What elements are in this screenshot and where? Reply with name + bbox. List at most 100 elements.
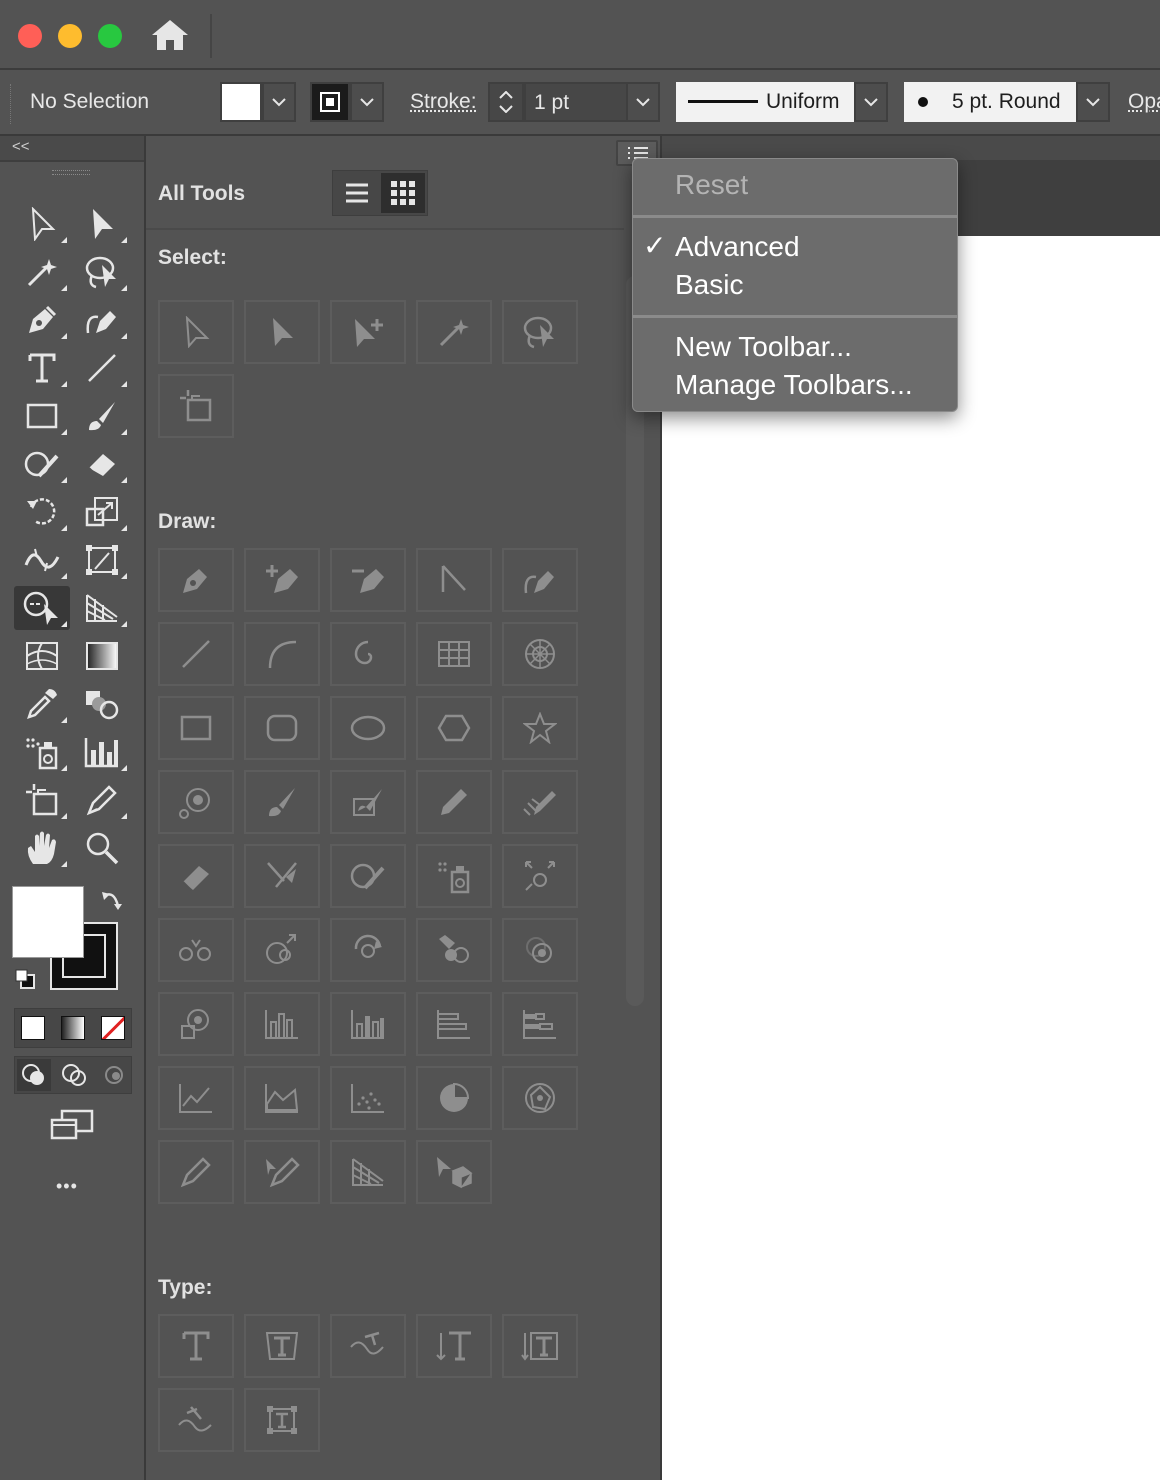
draw-behind-button[interactable] [57,1059,91,1091]
drawer-type-tool[interactable] [158,1314,234,1378]
drawer-flare-tool[interactable] [158,770,234,834]
artboard-tool[interactable] [14,778,70,822]
drawer-arc-tool[interactable] [244,622,320,686]
hand-tool[interactable] [14,826,70,870]
drawer-column-graph-tool[interactable] [244,992,320,1056]
drawer-polar-grid-tool[interactable] [502,622,578,686]
fill-dropdown[interactable] [262,82,296,122]
drawer-bar-graph-tool[interactable] [416,992,492,1056]
menu-item-advanced[interactable]: Advanced [675,231,800,263]
home-icon[interactable] [150,18,190,52]
opacity-label[interactable]: Opa [1128,90,1160,114]
drawer-symbol-screener-tool[interactable] [502,918,578,982]
drawer-symbol-scruncher-tool[interactable] [158,918,234,982]
drawer-eraser-tool[interactable] [158,844,234,908]
drawer-rounded-rectangle-tool[interactable] [244,696,320,760]
fill-color-box[interactable] [12,886,84,958]
mesh-tool[interactable] [14,634,70,678]
drawer-spiral-tool[interactable] [330,622,406,686]
drawer-perspective-selection-tool[interactable] [416,1140,492,1204]
variable-width-profile[interactable]: Uniform [676,82,854,122]
drawer-blob-brush-tool[interactable] [330,770,406,834]
screen-mode-icon[interactable] [50,1108,96,1142]
line-segment-tool[interactable] [74,346,130,390]
blend-tool[interactable] [74,682,130,726]
eraser-tool[interactable] [74,442,130,486]
stroke-dropdown[interactable] [350,82,384,122]
list-view-button[interactable] [335,173,379,213]
drawer-symbol-sizer-tool[interactable] [244,918,320,982]
artboard-canvas[interactable] [662,236,1160,1480]
column-graph-tool[interactable] [74,730,130,774]
drawer-symbol-spinner-tool[interactable] [330,918,406,982]
color-mode-button[interactable] [21,1016,45,1040]
shape-builder-tool[interactable] [14,586,70,630]
stroke-swatch[interactable] [310,82,350,122]
symbol-sprayer-tool[interactable] [14,730,70,774]
chevron-up-icon[interactable] [499,91,513,99]
drawer-stacked-bar-graph-tool[interactable] [502,992,578,1056]
brush-definition[interactable]: 5 pt. Round [904,82,1076,122]
drawer-smooth-tool[interactable] [502,770,578,834]
drawer-scissors-tool[interactable] [244,844,320,908]
drawer-delete-anchor-tool[interactable] [330,548,406,612]
draw-normal-button[interactable] [17,1059,51,1091]
chevron-down-icon[interactable] [499,105,513,113]
drawer-stacked-column-graph-tool[interactable] [330,992,406,1056]
swap-fill-stroke-icon[interactable] [100,888,126,912]
default-fill-stroke-icon[interactable] [14,968,36,990]
edit-toolbar-button[interactable]: ••• [56,1176,78,1197]
gradient-tool[interactable] [74,634,130,678]
drawer-magic-wand-tool[interactable] [416,300,492,364]
type-tool[interactable] [14,346,70,390]
drawer-artboard-tool[interactable] [158,374,234,438]
none-mode-button[interactable] [101,1016,125,1040]
drawer-star-tool[interactable] [502,696,578,760]
stroke-weight-stepper[interactable] [488,82,524,122]
stroke-weight-dropdown[interactable] [626,82,660,122]
gradient-mode-button[interactable] [61,1016,85,1040]
direct-selection-tool[interactable] [74,202,130,246]
drawer-area-graph-tool[interactable] [244,1066,320,1130]
zoom-tool[interactable] [74,826,130,870]
rectangle-tool[interactable] [14,394,70,438]
drawer-anchor-point-tool[interactable] [416,548,492,612]
drawer-pen-tool[interactable] [158,548,234,612]
drawer-selection-tool[interactable] [158,300,234,364]
menu-item-reset[interactable]: Reset [675,169,748,201]
drawer-vertical-area-type-tool[interactable] [502,1314,578,1378]
collapse-panel-button[interactable]: << [12,138,30,155]
minimize-window-button[interactable] [58,24,82,48]
drawer-radar-graph-tool[interactable] [502,1066,578,1130]
drawer-perspective-grid-tool[interactable] [330,1140,406,1204]
drawer-vertical-type-on-path-tool[interactable] [158,1388,234,1452]
menu-item-basic[interactable]: Basic [675,269,743,301]
drawer-rectangle-tool[interactable] [158,696,234,760]
close-window-button[interactable] [18,24,42,48]
drawer-pie-graph-tool[interactable] [416,1066,492,1130]
free-transform-tool[interactable] [74,538,130,582]
drawer-pencil-tool[interactable] [416,770,492,834]
drawer-lasso-tool[interactable] [502,300,578,364]
drawer-ellipse-tool[interactable] [330,696,406,760]
drawer-vertical-type-tool[interactable] [416,1314,492,1378]
drawer-line-tool[interactable] [158,622,234,686]
brush-definition-dropdown[interactable] [1076,82,1110,122]
pen-tool[interactable] [14,298,70,342]
zoom-window-button[interactable] [98,24,122,48]
curvature-tool[interactable] [74,298,130,342]
selection-tool[interactable] [14,202,70,246]
paintbrush-tool[interactable] [74,394,130,438]
drawer-scatter-graph-tool[interactable] [330,1066,406,1130]
grid-view-button[interactable] [381,173,425,213]
toolbar-grip[interactable] [52,170,90,175]
draw-inside-button[interactable] [97,1059,131,1091]
menu-item-manage-toolbars[interactable]: Manage Toolbars... [675,369,913,401]
fill-swatch[interactable] [220,82,262,122]
drawer-line-graph-tool[interactable] [158,1066,234,1130]
drawer-curvature-tool[interactable] [502,548,578,612]
lasso-tool[interactable] [74,250,130,294]
drawer-slice-tool[interactable] [158,1140,234,1204]
drawer-shaper-tool[interactable] [330,844,406,908]
drawer-paintbrush-tool[interactable] [244,770,320,834]
